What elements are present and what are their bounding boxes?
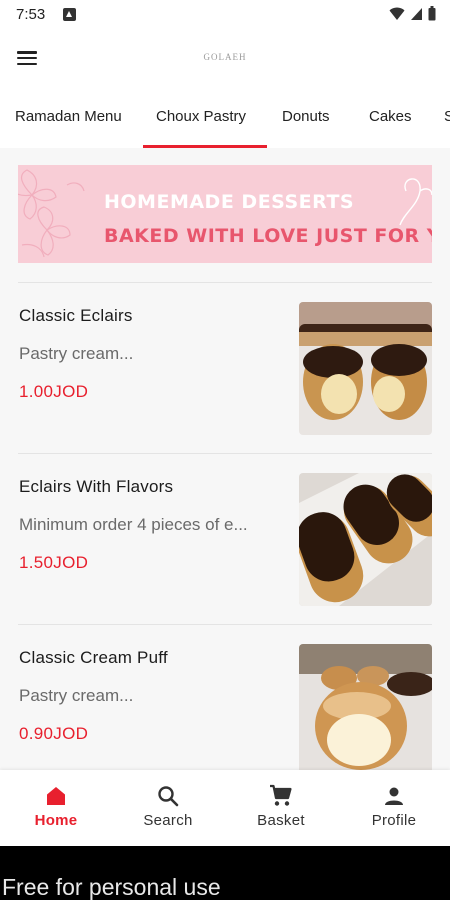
nav-profile[interactable]: Profile bbox=[338, 770, 450, 846]
product-item-classic-eclairs[interactable]: Classic Eclairs Pastry cream... 1.00JOD bbox=[0, 282, 450, 452]
nav-profile-label: Profile bbox=[371, 812, 417, 829]
banner-subheadline: BAKED WITH LOVE JUST FOR YO bbox=[104, 225, 432, 247]
app-logo: GOLAEH bbox=[203, 52, 247, 62]
product-price: 1.50JOD bbox=[19, 553, 89, 572]
bottom-navigation: Home Search Basket Profile bbox=[0, 770, 450, 846]
wifi-icon bbox=[389, 7, 405, 20]
tab-choux-pastry[interactable]: Choux Pastry bbox=[156, 108, 246, 125]
notification-icon bbox=[63, 8, 76, 21]
product-name: Eclairs With Flavors bbox=[19, 477, 174, 496]
tab-donuts[interactable]: Donuts bbox=[282, 108, 330, 125]
nav-basket[interactable]: Basket bbox=[225, 770, 337, 846]
status-icons bbox=[389, 6, 436, 21]
app-bar: GOLAEH bbox=[0, 30, 450, 90]
category-tabs: Ramadan Menu Choux Pastry Donuts Cakes S bbox=[0, 96, 450, 148]
product-description: Pastry cream... bbox=[19, 686, 134, 705]
product-description: Pastry cream... bbox=[19, 344, 134, 363]
product-image bbox=[299, 302, 432, 435]
nav-search[interactable]: Search bbox=[112, 770, 224, 846]
divider bbox=[18, 282, 432, 283]
product-name: Classic Eclairs bbox=[19, 306, 133, 325]
product-image bbox=[299, 473, 432, 606]
product-item-classic-cream-puff[interactable]: Classic Cream Puff Pastry cream... 0.90J… bbox=[0, 624, 450, 770]
product-item-eclairs-with-flavors[interactable]: Eclairs With Flavors Minimum order 4 pie… bbox=[0, 453, 450, 623]
product-description: Minimum order 4 pieces of e... bbox=[19, 515, 248, 534]
search-icon bbox=[158, 786, 179, 807]
divider bbox=[18, 624, 432, 625]
product-name: Classic Cream Puff bbox=[19, 648, 168, 667]
watermark-bar: Free for personal use bbox=[0, 846, 450, 900]
battery-icon bbox=[428, 6, 436, 21]
status-bar: 7:53 bbox=[0, 0, 450, 30]
banner-headline: HOMEMADE DESSERTS bbox=[104, 191, 355, 213]
cart-icon bbox=[270, 784, 292, 806]
promo-banner[interactable]: HOMEMADE DESSERTS BAKED WITH LOVE JUST F… bbox=[18, 165, 432, 263]
person-icon bbox=[385, 787, 403, 805]
nav-home[interactable]: Home bbox=[0, 770, 112, 846]
tab-ramadan-menu[interactable]: Ramadan Menu bbox=[15, 108, 122, 125]
nav-home-label: Home bbox=[34, 812, 78, 829]
product-list: HOMEMADE DESSERTS BAKED WITH LOVE JUST F… bbox=[0, 148, 450, 770]
product-image bbox=[299, 644, 432, 770]
divider bbox=[18, 453, 432, 454]
home-icon bbox=[47, 787, 65, 805]
nav-basket-label: Basket bbox=[257, 812, 305, 829]
heart-decoration bbox=[399, 178, 432, 226]
status-time: 7:53 bbox=[16, 6, 46, 23]
floral-decoration bbox=[18, 169, 85, 258]
product-price: 1.00JOD bbox=[19, 382, 89, 401]
nav-search-label: Search bbox=[143, 812, 193, 829]
signal-icon bbox=[411, 7, 422, 20]
tab-cakes[interactable]: Cakes bbox=[369, 108, 412, 125]
tab-more[interactable]: S bbox=[444, 108, 450, 125]
product-price: 0.90JOD bbox=[19, 724, 89, 743]
watermark-text: Free for personal use bbox=[2, 874, 221, 900]
